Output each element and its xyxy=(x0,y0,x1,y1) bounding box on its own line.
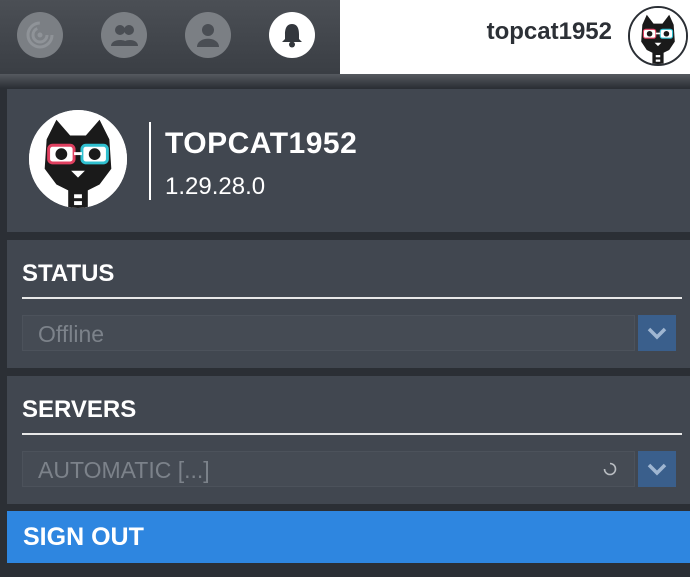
news-icon[interactable] xyxy=(17,12,63,58)
status-selected-value: Offline xyxy=(38,321,105,347)
cat-avatar-icon xyxy=(29,110,127,208)
notifications-bell-icon[interactable] xyxy=(269,12,315,58)
profile-icon[interactable] xyxy=(185,12,231,58)
servers-dropdown[interactable]: AUTOMATIC [...] xyxy=(22,451,635,487)
status-title: STATUS xyxy=(22,260,115,287)
nav-icons-bar xyxy=(0,0,340,74)
servers-title: SERVERS xyxy=(22,396,137,423)
cat-avatar-icon xyxy=(630,8,686,64)
app-window: topcat1952 TOPCAT1952 1.29.28.0 STATUS O… xyxy=(0,0,690,577)
status-rule xyxy=(22,297,682,299)
sign-out-label: SIGN OUT xyxy=(23,523,144,551)
status-dropdown[interactable]: Offline xyxy=(22,315,635,351)
username-label[interactable]: topcat1952 xyxy=(487,16,612,48)
avatar[interactable] xyxy=(628,6,688,66)
loading-spinner-icon xyxy=(603,462,617,476)
profile-name: TOPCAT1952 xyxy=(165,127,358,160)
servers-dropdown-arrow[interactable] xyxy=(638,451,676,487)
servers-selected-value: AUTOMATIC [...] xyxy=(38,457,210,483)
divider xyxy=(0,74,690,88)
friends-icon[interactable] xyxy=(101,12,147,58)
top-bar: topcat1952 xyxy=(0,0,690,74)
profile-divider xyxy=(149,122,151,200)
status-dropdown-arrow[interactable] xyxy=(638,315,676,351)
profile-panel: TOPCAT1952 1.29.28.0 xyxy=(7,89,690,232)
sign-out-button[interactable]: SIGN OUT xyxy=(7,511,690,563)
servers-panel: SERVERS AUTOMATIC [...] xyxy=(7,376,690,504)
status-panel: STATUS Offline xyxy=(7,240,690,368)
profile-avatar xyxy=(29,110,127,208)
servers-rule xyxy=(22,433,682,435)
chevron-down-icon xyxy=(647,463,667,476)
chevron-down-icon xyxy=(647,327,667,340)
app-version: 1.29.28.0 xyxy=(165,173,266,200)
